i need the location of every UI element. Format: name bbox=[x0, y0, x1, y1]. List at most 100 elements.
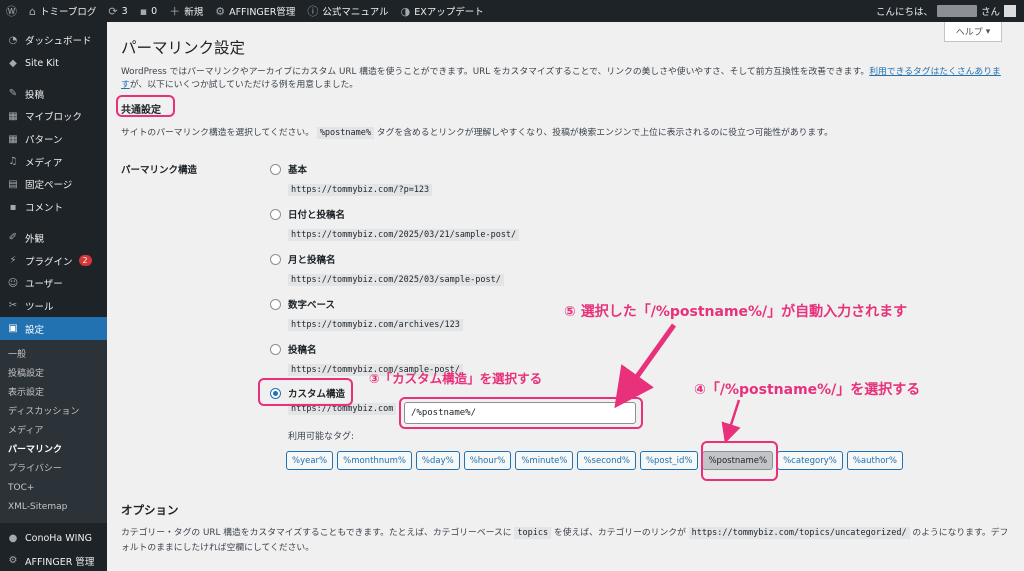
tag-second-button[interactable]: %second% bbox=[577, 451, 636, 470]
annotation-arrows bbox=[614, 323, 741, 444]
tag-day-button[interactable]: %day% bbox=[415, 451, 460, 470]
ex-update-link[interactable]: ◑ EXアップデート bbox=[395, 0, 490, 22]
menu-patterns[interactable]: ▦ パターン bbox=[0, 128, 107, 151]
settings-submenu: 一般 投稿設定 表示設定 ディスカッション メディア パーマリンク プライバシー… bbox=[0, 339, 107, 523]
menu-tools[interactable]: ✂ ツール bbox=[0, 295, 107, 318]
refresh-icon: ⟳ bbox=[108, 4, 118, 18]
menu-comments[interactable]: ▪ コメント bbox=[0, 196, 107, 219]
page-icon: ▤ bbox=[8, 178, 18, 190]
comment-icon: ▪ bbox=[9, 201, 17, 213]
options-heading: オプション bbox=[121, 503, 179, 517]
site-name-link[interactable]: ⌂ トミーブログ bbox=[23, 0, 102, 22]
options-description: カテゴリー・タグの URL 構造をカスタマイズすることもできます。たとえば、カテ… bbox=[121, 527, 1009, 553]
permalink-structure-label: パーマリンク構造 bbox=[121, 165, 198, 176]
common-settings-description: サイトのパーマリンク構造を選択してください。 %postname% タグを含める… bbox=[121, 127, 833, 139]
menu-affinger[interactable]: ⚙ AFFINGER 管理 bbox=[0, 550, 107, 571]
menu-dashboard[interactable]: ◔ ダッシュボード bbox=[0, 29, 107, 52]
tag-year-button[interactable]: %year% bbox=[286, 451, 334, 470]
pin-icon: ✎ bbox=[8, 88, 18, 100]
custom-structure-prefix: https://tommybiz.com bbox=[288, 403, 397, 415]
menu-site-kit[interactable]: ◆ Site Kit bbox=[0, 52, 107, 75]
settings-icon: ▣ bbox=[8, 323, 18, 335]
submenu-privacy[interactable]: プライバシー bbox=[0, 460, 107, 479]
menu-media[interactable]: ♫ メディア bbox=[0, 150, 107, 173]
radio-plain[interactable] bbox=[270, 163, 281, 175]
redacted-username bbox=[936, 5, 977, 17]
my-account[interactable]: こんにちは、 さん bbox=[876, 4, 1024, 18]
radio-numeric[interactable] bbox=[270, 298, 281, 310]
tag-minute-button[interactable]: %minute% bbox=[515, 451, 574, 470]
caret-down-icon: ▾ bbox=[985, 26, 991, 37]
wordpress-logo[interactable]: Ⓦ bbox=[0, 0, 23, 22]
radio-day-and-name[interactable] bbox=[270, 208, 281, 220]
available-tags: %year% %monthnum% %day% %hour% %minute% … bbox=[286, 451, 903, 470]
gauge-icon: ◔ bbox=[8, 34, 18, 46]
menu-conoha-wing[interactable]: ● ConoHa WING bbox=[0, 527, 107, 550]
tag-monthnum-button[interactable]: %monthnum% bbox=[337, 451, 412, 470]
help-button[interactable]: ヘルプ ▾ bbox=[944, 22, 1002, 42]
comment-icon: ▪ bbox=[139, 4, 148, 18]
tag-category-button[interactable]: %category% bbox=[777, 451, 843, 470]
menu-pages[interactable]: ▤ 固定ページ bbox=[0, 173, 107, 196]
menu-appearance[interactable]: ✐ 外観 bbox=[0, 227, 107, 250]
arrow-to-postname-tag bbox=[721, 399, 741, 444]
admin-bar: Ⓦ ⌂ トミーブログ ⟳ 3 ▪ 0 ＋新規 ⚙ AFFINGER管理 ⓘ 公式マニュアル… bbox=[0, 0, 1024, 22]
tag-hour-button[interactable]: %hour% bbox=[463, 451, 512, 470]
menu-my-blocks[interactable]: ▦ マイブロック bbox=[0, 105, 107, 128]
grid-icon: ▦ bbox=[8, 110, 18, 122]
wordpress-icon: Ⓦ bbox=[6, 5, 17, 18]
plus-icon: ＋ bbox=[169, 5, 181, 18]
option-day-and-name: 日付と投稿名 https://tommybiz.com/2025/03/21/s… bbox=[270, 207, 520, 241]
menu-settings[interactable]: ▣ 設定 bbox=[0, 317, 107, 340]
manual-link[interactable]: ⓘ 公式マニュアル bbox=[301, 0, 394, 22]
arrow-to-custom-input bbox=[614, 323, 677, 409]
radio-custom-structure[interactable] bbox=[270, 387, 281, 399]
plugin-icon: ⚡ bbox=[9, 255, 17, 267]
home-icon: ⌂ bbox=[29, 4, 36, 18]
brush-icon: ✐ bbox=[8, 232, 18, 244]
custom-structure-input[interactable] bbox=[404, 402, 636, 424]
tag-post-id-button[interactable]: %post_id% bbox=[639, 451, 699, 470]
updates-link[interactable]: ⟳ 3 bbox=[102, 0, 133, 22]
radio-month-and-name[interactable] bbox=[270, 253, 281, 265]
menu-plugins[interactable]: ⚡ プラグイン 2 bbox=[0, 249, 107, 272]
menu-posts[interactable]: ✎ 投稿 bbox=[0, 82, 107, 105]
tag-author-button[interactable]: %author% bbox=[846, 451, 903, 470]
admin-sidebar: ◔ ダッシュボード ◆ Site Kit ✎ 投稿 ▦ マイブロック ▦ パターン ♫ メデ… bbox=[0, 22, 107, 571]
comments-link[interactable]: ▪ 0 bbox=[134, 0, 164, 22]
submenu-discussion[interactable]: ディスカッション bbox=[0, 403, 107, 422]
intro-text: WordPress ではパーマリンクやアーカイブにカスタム URL 構造を使うこ… bbox=[121, 67, 1001, 90]
new-content-link[interactable]: ＋新規 bbox=[163, 0, 209, 22]
option-plain: 基本 https://tommybiz.com/?p=123 bbox=[270, 162, 433, 196]
common-settings-heading: 共通設定 bbox=[121, 105, 161, 116]
submenu-media[interactable]: メディア bbox=[0, 422, 107, 441]
info-icon: ⓘ bbox=[307, 5, 319, 18]
grid-icon: ▦ bbox=[8, 133, 18, 145]
update-icon: ◑ bbox=[400, 4, 411, 18]
sitekit-icon: ◆ bbox=[9, 57, 17, 69]
tag-postname-button[interactable]: %postname% bbox=[702, 451, 774, 470]
menu-users[interactable]: ☺ ユーザー bbox=[0, 272, 107, 295]
conoha-icon: ● bbox=[8, 532, 18, 544]
annotation-step4: ④「/%postname%/」を選択する bbox=[694, 382, 921, 398]
affinger-admin-link[interactable]: ⚙ AFFINGER管理 bbox=[209, 0, 301, 22]
submenu-reading[interactable]: 表示設定 bbox=[0, 384, 107, 403]
submenu-permalinks[interactable]: パーマリンク bbox=[0, 441, 107, 460]
option-custom-structure: カスタム構造 bbox=[270, 386, 345, 400]
annotation-step3: ③「カスタム構造」を選択する bbox=[369, 371, 543, 386]
option-month-and-name: 月と投稿名 https://tommybiz.com/2025/03/sampl… bbox=[270, 252, 504, 286]
submenu-general[interactable]: 一般 bbox=[0, 346, 107, 365]
avatar bbox=[1004, 5, 1016, 17]
submenu-toc[interactable]: TOC+ bbox=[0, 479, 107, 498]
submenu-writing[interactable]: 投稿設定 bbox=[0, 365, 107, 384]
page-title: パーマリンク設定 bbox=[121, 39, 246, 57]
plugin-update-badge: 2 bbox=[78, 255, 92, 267]
submenu-xml-sitemap[interactable]: XML-Sitemap bbox=[0, 498, 107, 517]
affinger-icon: ⚙ bbox=[8, 555, 18, 567]
media-icon: ♫ bbox=[8, 156, 18, 168]
radio-post-name[interactable] bbox=[270, 343, 281, 355]
option-numeric: 数字ベース https://tommybiz.com/archives/123 bbox=[270, 297, 463, 331]
available-tags-label: 利用可能なタグ: bbox=[288, 432, 355, 442]
main-content: ヘルプ ▾ パーマリンク設定 WordPress ではパーマリンクやアーカイブにカ… bbox=[107, 22, 1024, 571]
user-icon: ☺ bbox=[7, 277, 19, 289]
